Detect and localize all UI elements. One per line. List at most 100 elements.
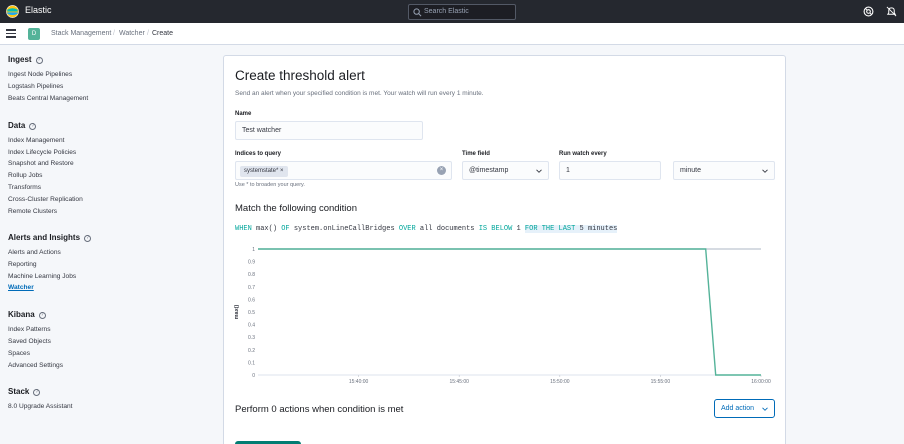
- index-chip[interactable]: systemstate* ×: [240, 166, 288, 177]
- chevron-down-icon: [762, 407, 768, 411]
- sidebar-item-reporting[interactable]: Reporting: [8, 261, 37, 268]
- expr-of-button[interactable]: OF: [281, 225, 289, 233]
- question-icon: ?: [33, 389, 41, 396]
- brand-name[interactable]: Elastic: [25, 5, 52, 15]
- y-tick-label: 0.9: [248, 260, 255, 266]
- breadcrumb-separator: /: [113, 30, 115, 37]
- expr-field-value[interactable]: system.onLineCallBridges: [294, 225, 395, 233]
- x-tick-label: 15:50:00: [550, 379, 570, 385]
- sidebar-item-advanced-settings[interactable]: Advanced Settings: [8, 362, 63, 369]
- create-alert-panel: Create threshold alert Send an alert whe…: [223, 55, 786, 444]
- sidebar-item-spaces[interactable]: Spaces: [8, 350, 30, 357]
- sidebar-item-snapshot-and-restore[interactable]: Snapshot and Restore: [8, 160, 74, 167]
- breadcrumb-watcher[interactable]: Watcher: [119, 30, 145, 37]
- breadcrumb-separator: /: [147, 30, 149, 37]
- sidebar-item-machine-learning-jobs[interactable]: Machine Learning Jobs: [8, 273, 76, 280]
- space-avatar[interactable]: D: [28, 28, 40, 40]
- sidebar-item-index-lifecycle-policies[interactable]: Index Lifecycle Policies: [8, 149, 76, 156]
- chevron-down-icon: [536, 169, 542, 173]
- search-placeholder: Search Elastic: [424, 8, 469, 15]
- sidebar-item-watcher[interactable]: Watcher: [8, 284, 34, 291]
- hamburger-icon: [6, 29, 16, 31]
- indices-combo-box[interactable]: systemstate* × ×: [235, 161, 452, 180]
- time-field-label: Time field: [462, 151, 490, 157]
- expr-over-button[interactable]: OVER: [399, 225, 416, 233]
- expr-agg-value[interactable]: max(): [256, 225, 277, 233]
- question-icon: ?: [29, 123, 37, 130]
- y-tick-label: 0.8: [248, 272, 255, 278]
- breadcrumb-bar: D Stack Management / Watcher / Create: [0, 23, 904, 45]
- y-tick-label: 0.6: [248, 297, 255, 303]
- page-title: Create threshold alert: [235, 68, 365, 83]
- page-description: Send an alert when your specified condit…: [235, 90, 484, 97]
- global-search-input[interactable]: Search Elastic: [408, 4, 516, 20]
- x-tick-label: 15:40:00: [349, 379, 369, 385]
- sidebar-item-beats-central-management[interactable]: Beats Central Management: [8, 95, 88, 102]
- management-sidebar: Ingest? Ingest Node Pipelines Logstash P…: [0, 45, 215, 444]
- sidebar-item-ingest-node-pipelines[interactable]: Ingest Node Pipelines: [8, 71, 72, 78]
- actions-heading: Perform 0 actions when condition is met: [235, 404, 404, 415]
- search-icon: [413, 8, 422, 17]
- y-tick-label: 0.3: [248, 335, 255, 341]
- sidebar-item-upgrade-assistant[interactable]: 8.0 Upgrade Assistant: [8, 403, 73, 410]
- indices-help-text: Use * to broaden your query.: [235, 182, 305, 188]
- condition-heading: Match the following condition: [235, 203, 357, 214]
- sidebar-item-rollup-jobs[interactable]: Rollup Jobs: [8, 172, 42, 179]
- sidebar-item-transforms[interactable]: Transforms: [8, 184, 41, 191]
- name-input-value: Test watcher: [242, 127, 282, 134]
- add-action-button[interactable]: Add action: [714, 399, 775, 418]
- chevron-down-icon: [762, 169, 768, 173]
- name-label: Name: [235, 111, 252, 117]
- time-field-value: @timestamp: [469, 167, 509, 174]
- y-tick-label: 0.1: [248, 360, 255, 366]
- y-tick-label: 0.4: [248, 323, 255, 329]
- condition-expression: WHEN max() OF system.onLineCallBridges O…: [235, 225, 618, 233]
- breadcrumb-stack-management[interactable]: Stack Management: [51, 30, 111, 37]
- condition-chart: 1 0.9 0.8 0.7 0.6 0.5 0.4 0.3 0.2 0.1 0 15:40:00 15:…: [234, 247, 771, 385]
- time-field-select[interactable]: @timestamp: [462, 161, 549, 180]
- question-icon: ?: [84, 235, 92, 242]
- run-every-label: Run watch every: [559, 151, 607, 157]
- question-icon: ?: [35, 57, 43, 64]
- x-tick-label: 15:55:00: [651, 379, 671, 385]
- y-tick-label: 0.2: [248, 348, 255, 354]
- sidebar-section-alerts-and-insights: Alerts and Insights?: [8, 233, 92, 242]
- run-every-input[interactable]: 1: [559, 161, 661, 180]
- help-icon[interactable]: [863, 6, 874, 17]
- series-line: [258, 248, 761, 376]
- expr-threshold-value[interactable]: 1: [517, 225, 521, 233]
- sidebar-item-saved-objects[interactable]: Saved Objects: [8, 338, 51, 345]
- sidebar-section-data: Data?: [8, 121, 37, 130]
- run-every-unit-select[interactable]: minute: [673, 161, 775, 180]
- sidebar-item-cross-cluster-replication[interactable]: Cross-Cluster Replication: [8, 196, 83, 203]
- expr-time-window[interactable]: FOR THE LAST 5 minutes: [524, 225, 618, 233]
- clear-icon[interactable]: ×: [437, 166, 446, 175]
- elastic-logo-icon[interactable]: [6, 5, 19, 18]
- run-every-value: 1: [566, 167, 570, 174]
- y-tick-label: 1: [252, 247, 255, 253]
- sidebar-item-logstash-pipelines[interactable]: Logstash Pipelines: [8, 83, 63, 90]
- sidebar-item-index-patterns[interactable]: Index Patterns: [8, 326, 51, 333]
- x-tick-label: 16:00:00: [751, 379, 771, 385]
- news-feed-icon[interactable]: [886, 6, 897, 17]
- chip-remove-icon[interactable]: ×: [280, 168, 284, 174]
- sidebar-section-stack: Stack?: [8, 387, 41, 396]
- sidebar-item-alerts-and-actions[interactable]: Alerts and Actions: [8, 249, 61, 256]
- sidebar-item-remote-clusters[interactable]: Remote Clusters: [8, 208, 57, 215]
- expr-when-button[interactable]: WHEN: [235, 225, 252, 233]
- run-every-unit-value: minute: [680, 167, 702, 174]
- expr-group-value[interactable]: all documents: [420, 225, 475, 233]
- expr-is-button[interactable]: IS BELOW: [479, 225, 513, 233]
- sidebar-item-index-management[interactable]: Index Management: [8, 137, 64, 144]
- sidebar-section-kibana: Kibana?: [8, 310, 46, 319]
- x-tick-label: 15:45:00: [449, 379, 469, 385]
- breadcrumb-create: Create: [152, 30, 174, 37]
- sidebar-section-ingest: Ingest?: [8, 55, 43, 64]
- top-header: Elastic Search Elastic: [0, 0, 904, 23]
- y-tick-label: 0: [252, 373, 255, 379]
- menu-toggle-button[interactable]: [6, 29, 16, 38]
- name-input[interactable]: Test watcher: [235, 121, 423, 140]
- y-axis-label: max(): [234, 304, 240, 319]
- question-icon: ?: [38, 312, 46, 319]
- indices-label: Indices to query: [235, 151, 282, 157]
